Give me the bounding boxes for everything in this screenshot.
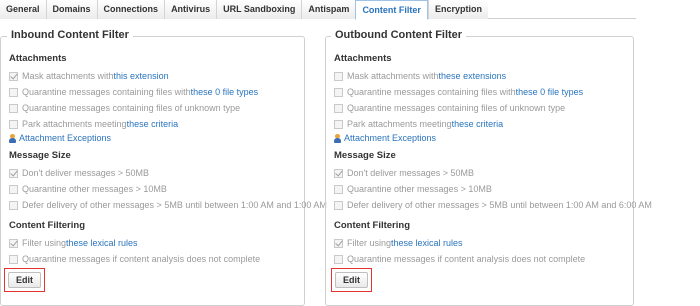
inbound-dont-deliver-checkbox[interactable]	[9, 169, 18, 178]
outbound-defer-row: Defer delivery of other messages > 5MB u…	[334, 200, 652, 211]
outbound-attachment-exceptions-link[interactable]: Attachment Exceptions	[334, 133, 436, 144]
outbound-attachment-exceptions-label: Attachment Exceptions	[344, 133, 437, 143]
outbound-dont-deliver-label: Don't deliver messages > 50MB	[347, 168, 475, 178]
inbound-defer-label: Defer delivery of other messages > 5MB u…	[22, 200, 327, 210]
outbound-quarantine-unknown-checkbox[interactable]	[334, 104, 343, 113]
inbound-quarantine-types-row: Quarantine messages containing files wit…	[9, 87, 258, 98]
inbound-mask-link[interactable]: this extension	[114, 71, 169, 82]
outbound-defer-checkbox[interactable]	[334, 201, 343, 210]
inbound-quarantine-unknown-row: Quarantine messages containing files of …	[9, 103, 240, 114]
outbound-mask-checkbox[interactable]	[334, 72, 343, 81]
inbound-dont-deliver-label: Don't deliver messages > 50MB	[22, 168, 150, 178]
inbound-park-checkbox[interactable]	[9, 120, 18, 129]
inbound-attachment-exceptions-label: Attachment Exceptions	[19, 133, 112, 143]
tab-domains[interactable]: Domains	[45, 0, 97, 19]
outbound-quarantine-analysis-row: Quarantine messages if content analysis …	[334, 254, 585, 265]
inbound-filter-row: Filter using these lexical rules	[9, 238, 138, 249]
outbound-quarantine-types-row: Quarantine messages containing files wit…	[334, 87, 583, 98]
outbound-mask-link[interactable]: these extensions	[439, 71, 507, 82]
outbound-park-link[interactable]: these criteria	[452, 119, 504, 130]
inbound-panel: Inbound Content Filter Attachments Mask …	[0, 28, 327, 306]
tab-bar: General Domains Connections Antivirus UR…	[0, 0, 636, 20]
inbound-size-heading: Message Size	[9, 150, 71, 161]
inbound-defer-checkbox[interactable]	[9, 201, 18, 210]
inbound-mask-row: Mask attachments with this extension	[9, 71, 169, 82]
tab-url-sandboxing[interactable]: URL Sandboxing	[216, 0, 302, 19]
inbound-filtering-heading: Content Filtering	[9, 220, 85, 231]
outbound-filtering-heading: Content Filtering	[334, 220, 410, 231]
user-icon	[9, 134, 16, 143]
outbound-panel: Outbound Content Filter Attachments Mask…	[325, 28, 652, 306]
inbound-title: Inbound Content Filter	[7, 28, 133, 42]
inbound-quarantine-other-checkbox[interactable]	[9, 185, 18, 194]
inbound-park-link[interactable]: these criteria	[127, 119, 179, 130]
inbound-attachments-heading: Attachments	[9, 53, 67, 64]
outbound-quarantine-types-label: Quarantine messages containing files wit…	[347, 87, 516, 97]
tab-connections[interactable]: Connections	[96, 0, 165, 19]
outbound-quarantine-analysis-label: Quarantine messages if content analysis …	[347, 254, 586, 264]
inbound-filter-link[interactable]: these lexical rules	[66, 238, 138, 249]
outbound-quarantine-other-checkbox[interactable]	[334, 185, 343, 194]
outbound-quarantine-other-row: Quarantine other messages > 10MB	[334, 184, 492, 195]
outbound-quarantine-analysis-checkbox[interactable]	[334, 255, 343, 264]
outbound-mask-label: Mask attachments with	[347, 71, 439, 81]
outbound-filter-label: Filter using	[347, 238, 392, 248]
inbound-quarantine-analysis-checkbox[interactable]	[9, 255, 18, 264]
outbound-quarantine-unknown-row: Quarantine messages containing files of …	[334, 103, 565, 114]
inbound-dont-deliver-row: Don't deliver messages > 50MB	[9, 168, 149, 179]
outbound-quarantine-other-label: Quarantine other messages > 10MB	[347, 184, 492, 194]
outbound-filter-checkbox[interactable]	[334, 239, 343, 248]
outbound-quarantine-unknown-label: Quarantine messages containing files of …	[347, 103, 566, 113]
outbound-filter-link[interactable]: these lexical rules	[391, 238, 463, 249]
inbound-edit-highlight: Edit	[4, 268, 45, 292]
outbound-defer-label: Defer delivery of other messages > 5MB u…	[347, 200, 652, 210]
tab-general[interactable]: General	[0, 0, 46, 19]
outbound-attachments-heading: Attachments	[334, 53, 392, 64]
inbound-filter-label: Filter using	[22, 238, 67, 248]
tab-content-filter[interactable]: Content Filter	[355, 0, 428, 20]
inbound-quarantine-types-link[interactable]: these 0 file types	[191, 87, 259, 98]
inbound-defer-row: Defer delivery of other messages > 5MB u…	[9, 200, 327, 211]
outbound-park-checkbox[interactable]	[334, 120, 343, 129]
outbound-filter-row: Filter using these lexical rules	[334, 238, 463, 249]
inbound-quarantine-analysis-label: Quarantine messages if content analysis …	[22, 254, 261, 264]
outbound-park-row: Park attachments meeting these criteria	[334, 119, 503, 130]
inbound-mask-checkbox[interactable]	[9, 72, 18, 81]
inbound-quarantine-unknown-checkbox[interactable]	[9, 104, 18, 113]
inbound-quarantine-types-label: Quarantine messages containing files wit…	[22, 87, 191, 97]
inbound-quarantine-analysis-row: Quarantine messages if content analysis …	[9, 254, 260, 265]
outbound-edit-button[interactable]: Edit	[335, 272, 368, 288]
inbound-filter-checkbox[interactable]	[9, 239, 18, 248]
outbound-dont-deliver-checkbox[interactable]	[334, 169, 343, 178]
inbound-park-row: Park attachments meeting these criteria	[9, 119, 178, 130]
outbound-dont-deliver-row: Don't deliver messages > 50MB	[334, 168, 474, 179]
inbound-park-label: Park attachments meeting	[22, 119, 127, 129]
outbound-size-heading: Message Size	[334, 150, 396, 161]
outbound-mask-row: Mask attachments with these extensions	[334, 71, 506, 82]
inbound-edit-button[interactable]: Edit	[8, 272, 41, 288]
inbound-quarantine-types-checkbox[interactable]	[9, 88, 18, 97]
outbound-park-label: Park attachments meeting	[347, 119, 452, 129]
outbound-edit-highlight: Edit	[331, 268, 372, 292]
inbound-attachment-exceptions-link[interactable]: Attachment Exceptions	[9, 133, 111, 144]
tab-antispam[interactable]: Antispam	[301, 0, 356, 19]
tab-antivirus[interactable]: Antivirus	[164, 0, 217, 19]
inbound-quarantine-other-label: Quarantine other messages > 10MB	[22, 184, 167, 194]
inbound-mask-label: Mask attachments with	[22, 71, 114, 81]
inbound-quarantine-unknown-label: Quarantine messages containing files of …	[22, 103, 241, 113]
user-icon	[334, 134, 341, 143]
inbound-quarantine-other-row: Quarantine other messages > 10MB	[9, 184, 167, 195]
outbound-title: Outbound Content Filter	[331, 28, 467, 42]
tab-encryption[interactable]: Encryption	[427, 0, 488, 19]
outbound-quarantine-types-link[interactable]: these 0 file types	[516, 87, 584, 98]
outbound-quarantine-types-checkbox[interactable]	[334, 88, 343, 97]
